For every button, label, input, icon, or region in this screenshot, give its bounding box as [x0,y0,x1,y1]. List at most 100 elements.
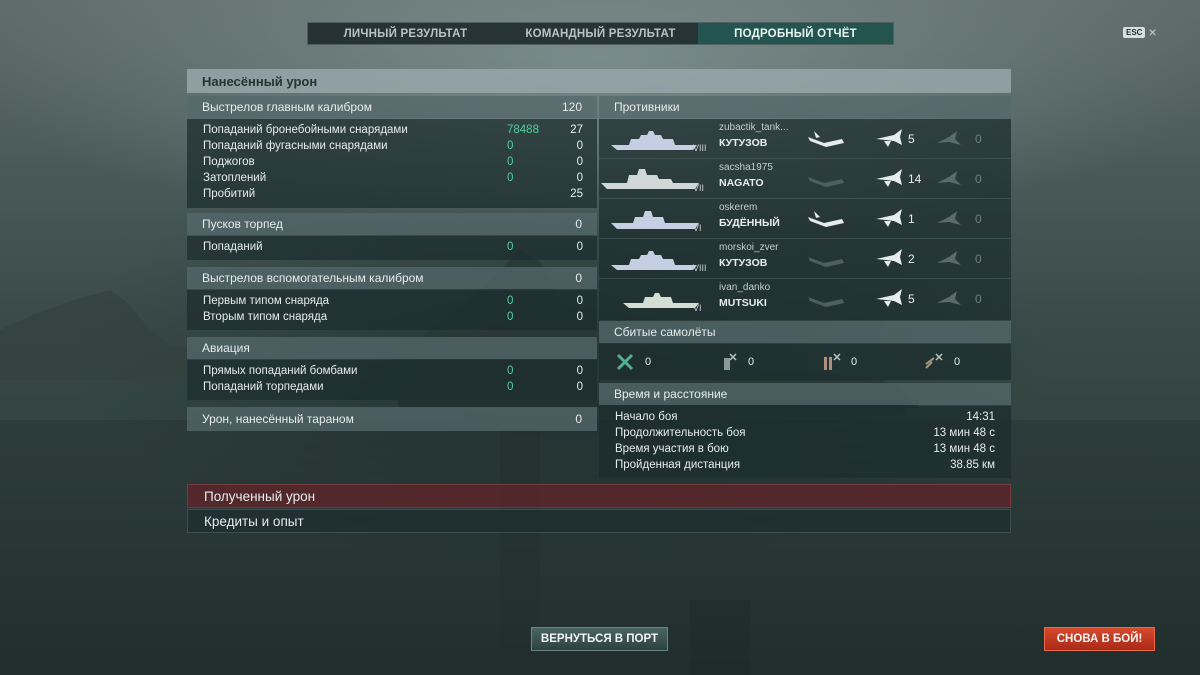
time-label: Пройденная дистанция [615,459,741,471]
stat-count: 27 [570,124,583,136]
stat-count: 0 [576,156,583,168]
ram-title: Урон, нанесённый тараном [202,412,354,426]
stat-row: Первым типом снаряда 0 0 [187,293,597,309]
return-to-port-button[interactable]: ВЕРНУТЬСЯ В ПОРТ [531,627,668,651]
stat-count: 0 [576,140,583,152]
stat-row: Затоплений 0 0 [187,170,597,186]
stat-row: Пробитий 25 [187,186,597,202]
time-value: 14:31 [966,411,995,423]
planes-icon [937,131,961,145]
ship-afloat-icon [808,257,844,267]
plane-count: 0 [748,356,755,368]
ram-header: Урон, нанесённый тараном 0 [187,407,597,431]
stat-label: Пробитий [203,188,256,200]
main-battery-header: Выстрелов главным калибром 120 [187,96,597,118]
enemies-list: VIII zubactik_tank... КУТУЗОВ 5 0 VII sa… [599,119,1011,320]
enemy-row[interactable]: VI ivan_danko MUTSUKI 5 0 [599,279,1011,319]
time-label: Начало боя [615,411,678,423]
enemy-row[interactable]: VIII morskoi_zver КУТУЗОВ 2 0 [599,239,1011,279]
main-battery-stats: Попаданий бронебойными снарядами 78488 27 … [187,119,597,208]
ship-name: NAGATO [719,177,764,189]
stat-count: 0 [576,311,583,323]
stat-row: Попаданий 0 0 [187,239,597,255]
torpedoes-stats: Попаданий 0 0 [187,236,597,260]
enemy-row[interactable]: VI oskerem БУДЁННЫЙ 1 0 [599,199,1011,239]
player-name: ivan_danko [719,282,771,293]
planes-header: Сбитые самолёты [599,321,1011,343]
stat-damage: 0 [507,241,514,253]
plane-type-item: 0 [599,352,702,372]
planes-count: 0 [975,172,982,186]
tab-personal-result[interactable]: ЛИЧНЫЙ РЕЗУЛЬТАТ [308,23,503,44]
ship-afloat-icon [808,177,844,187]
tab-detailed-report[interactable]: ПОДРОБНЫЙ ОТЧЁТ [698,23,893,44]
ship-destroyed-icon [808,211,844,227]
torpedoes-total: 0 [575,217,582,231]
stat-damage: 0 [507,311,514,323]
spotted-count: 5 [908,292,915,306]
enemy-row[interactable]: VIII zubactik_tank... КУТУЗОВ 5 0 [599,119,1011,159]
stat-label: Попаданий торпедами [203,381,324,393]
stat-label: Вторым типом снаряда [203,311,328,323]
credits-xp-section[interactable]: Кредиты и опыт [187,509,1011,533]
stat-row: Прямых попаданий бомбами 0 0 [187,363,597,379]
tab-team-result[interactable]: КОМАНДНЫЙ РЕЗУЛЬТАТ [503,23,698,44]
ship-name: КУТУЗОВ [719,137,768,149]
esc-close-button[interactable]: ESC × [1123,24,1157,40]
stat-label: Попаданий бронебойными снарядами [203,124,408,136]
plane-type-item: 0 [805,352,908,372]
battle-again-button[interactable]: СНОВА В БОЙ! [1044,627,1155,651]
enemy-row[interactable]: VII sacsha1975 NAGATO 14 0 [599,159,1011,199]
plane-count: 0 [645,356,652,368]
spotted-count: 14 [908,172,922,186]
stat-row: Поджогов 0 0 [187,154,597,170]
stat-damage: 0 [507,295,514,307]
planes-count: 0 [975,132,982,146]
torpedoes-title: Пусков торпед [202,217,283,231]
damage-dealt-header[interactable]: Нанесённый урон [187,69,1011,93]
ship-tier: VIII [693,143,707,153]
result-tabs: ЛИЧНЫЙ РЕЗУЛЬТАТ КОМАНДНЫЙ РЕЗУЛЬТАТ ПОД… [307,22,894,45]
player-name: zubactik_tank... [719,122,789,133]
ship-name: КУТУЗОВ [719,257,768,269]
plane-count: 0 [851,356,858,368]
time-row: Начало боя 14:31 [615,409,995,425]
player-name: morskoi_zver [719,242,779,253]
plane-type-item: 0 [702,352,805,372]
spotting-plane-icon [876,169,902,187]
secondary-total: 0 [575,271,582,285]
stat-damage: 0 [507,140,514,152]
planes-icon [937,291,961,305]
stat-count: 0 [576,241,583,253]
stat-label: Первым типом снаряда [203,295,330,307]
time-row: Время участия в бою 13 мин 48 с [615,441,995,457]
time-label: Время участия в бою [615,443,729,455]
planes-count: 0 [975,292,982,306]
time-value: 13 мин 48 с [933,427,995,439]
bomber-icon [724,353,737,370]
stat-count: 0 [576,295,583,307]
ship-afloat-icon [808,297,844,307]
stat-damage: 0 [507,156,514,168]
spotter-icon [925,353,943,369]
esc-key-badge: ESC [1123,26,1146,38]
close-icon: × [1148,24,1157,40]
enemies-title: Противники [614,100,680,114]
ship-destroyed-icon [808,131,844,147]
time-title: Время и расстояние [614,387,728,401]
main-battery-title: Выстрелов главным калибром [202,100,372,114]
planes-icon [937,251,961,265]
spotting-plane-icon [876,289,902,307]
torpedo-bomber-icon [824,353,841,370]
stat-damage: 0 [507,172,514,184]
stat-label: Поджогов [203,156,255,168]
spotting-plane-icon [876,129,902,147]
ship-tier: VI [693,223,702,233]
stat-row: Вторым типом снаряда 0 0 [187,309,597,325]
time-row: Продолжительность боя 13 мин 48 с [615,425,995,441]
plane-count: 0 [954,356,961,368]
stat-label: Затоплений [203,172,267,184]
received-damage-section[interactable]: Полученный урон [187,484,1011,508]
player-name: sacsha1975 [719,162,773,173]
stat-damage: 78488 [507,124,539,136]
